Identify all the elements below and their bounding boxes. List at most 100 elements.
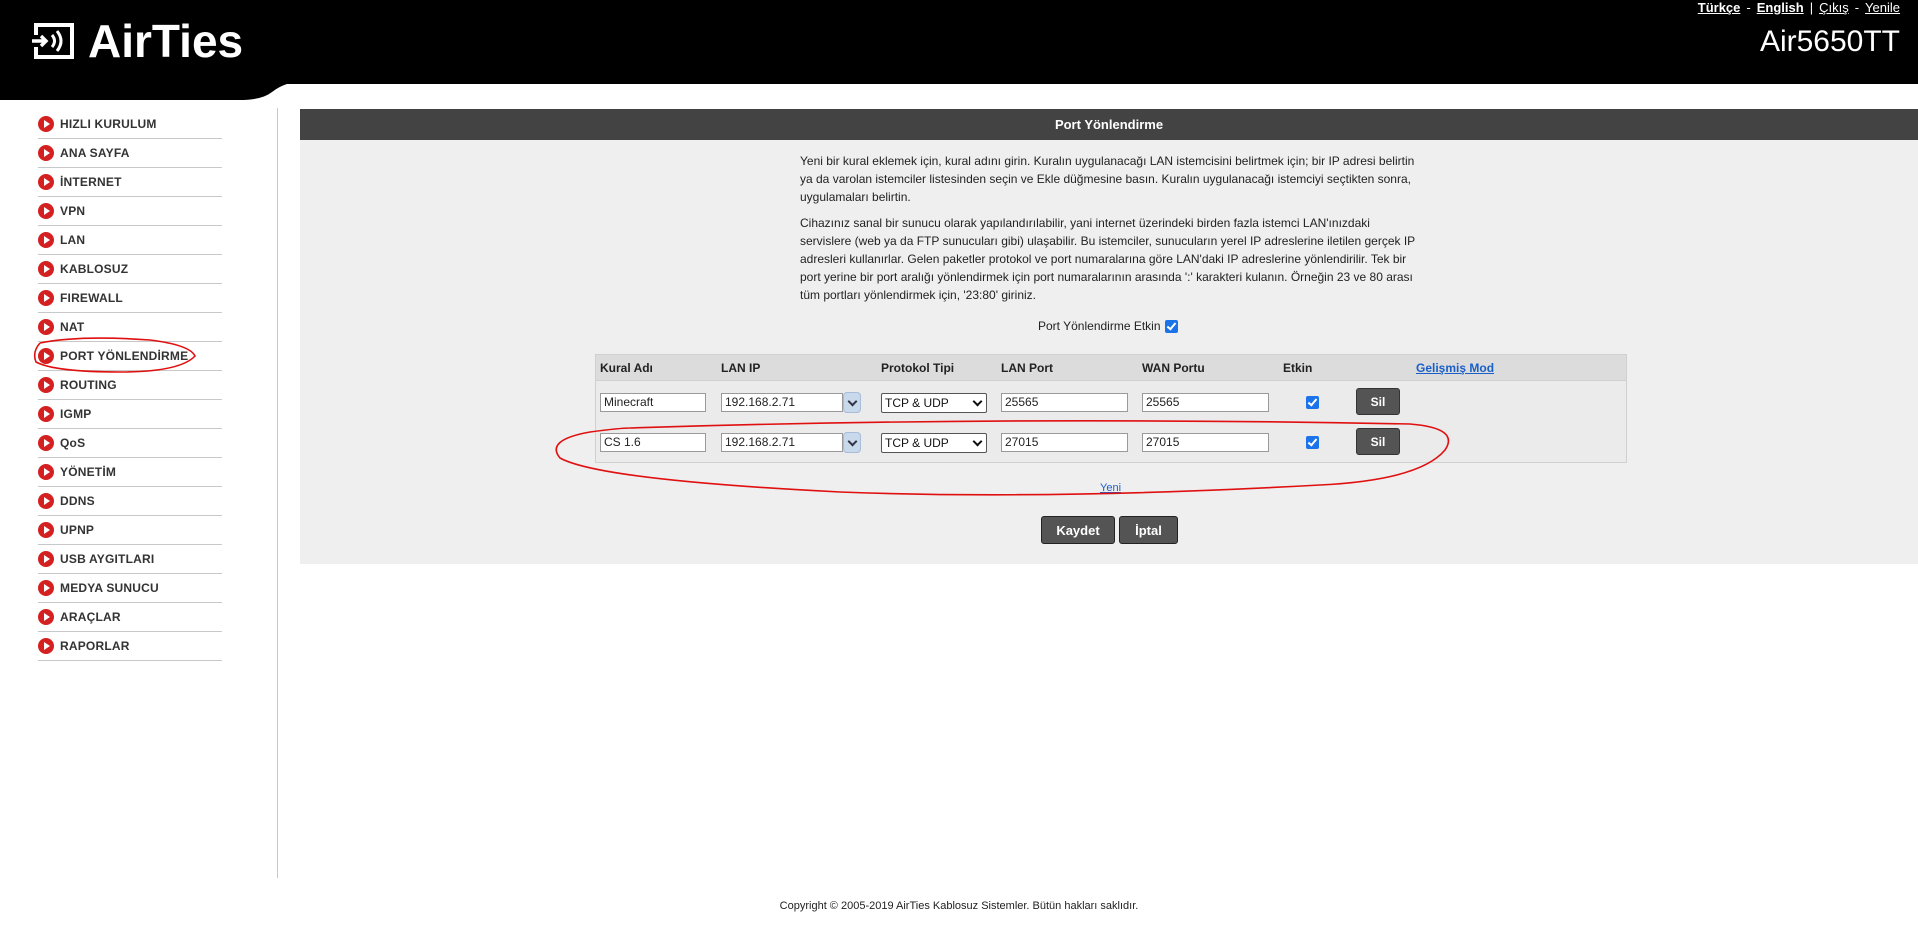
sidebar-item-label: KABLOSUZ — [60, 262, 129, 276]
page-title: Port Yönlendirme — [300, 109, 1918, 140]
sidebar-item-nat[interactable]: NAT — [38, 313, 222, 342]
sidebar-item-label: MEDYA SUNUCU — [60, 581, 159, 595]
refresh-link[interactable]: Yenile — [1865, 0, 1900, 15]
rule-enabled-checkbox[interactable] — [1306, 436, 1319, 449]
sidebar-item-ddns[interactable]: DDNS — [38, 487, 222, 516]
arrow-bullet-icon — [38, 580, 54, 596]
port-forwarding-enable-row: Port Yönlendirme Etkin — [1038, 319, 1178, 333]
sidebar-item-label: ARAÇLAR — [60, 610, 121, 624]
separator: - — [1746, 0, 1751, 15]
sidebar-item-label: NAT — [60, 320, 85, 334]
arrow-bullet-icon — [38, 116, 54, 132]
sidebar-item-label: LAN — [60, 233, 86, 247]
sidebar-divider — [277, 108, 278, 878]
arrow-bullet-icon — [38, 261, 54, 277]
sidebar-item-upnp[interactable]: UPNP — [38, 516, 222, 545]
table-row: CS 1.6 192.168.2.71 TCP & UDP 27015 2701… — [596, 424, 1626, 464]
sidebar-item-label: ANA SAYFA — [60, 146, 130, 160]
sidebar-item-qos[interactable]: QoS — [38, 429, 222, 458]
arrow-bullet-icon — [38, 145, 54, 161]
sidebar-item-ana-sayfa[interactable]: ANA SAYFA — [38, 139, 222, 168]
protocol-select[interactable]: TCP & UDP — [881, 393, 987, 413]
arrow-bullet-icon — [38, 290, 54, 306]
lang-english-link[interactable]: English — [1757, 0, 1804, 15]
arrow-bullet-icon — [38, 174, 54, 190]
sidebar-item-raporlar[interactable]: RAPORLAR — [38, 632, 222, 661]
sidebar-item-routing[interactable]: ROUTING — [38, 371, 222, 400]
advanced-mode-link[interactable]: Gelişmiş Mod — [1416, 361, 1494, 375]
arrow-bullet-icon — [38, 435, 54, 451]
footer-copyright: Copyright © 2005-2019 AirTies Kablosuz S… — [779, 900, 1139, 912]
wan-port-input[interactable]: 27015 — [1142, 433, 1269, 452]
sidebar-item-label: DDNS — [60, 494, 95, 508]
lan-port-input[interactable]: 27015 — [1001, 433, 1128, 452]
sidebar-item-label: USB AYGITLARI — [60, 552, 155, 566]
sidebar-item-kablosuz[interactable]: KABLOSUZ — [38, 255, 222, 284]
sidebar-item-label: İNTERNET — [60, 175, 122, 189]
airties-logo[interactable]: AirTies — [32, 18, 243, 64]
arrow-bullet-icon — [38, 232, 54, 248]
brand-name: AirTies — [88, 15, 244, 67]
table-row: Minecraft 192.168.2.71 TCP & UDP 25565 2… — [596, 384, 1626, 424]
save-button[interactable]: Kaydet — [1041, 516, 1115, 544]
sidebar-item-lan[interactable]: LAN — [38, 226, 222, 255]
device-model: Air5650TT — [1759, 25, 1900, 58]
arrow-bullet-icon — [38, 493, 54, 509]
new-rule-link[interactable]: Yeni — [1100, 482, 1121, 494]
sidebar-item-label: RAPORLAR — [60, 639, 130, 653]
sidebar-item-igmp[interactable]: IGMP — [38, 400, 222, 429]
description-paragraph: Cihazınız sanal bir sunucu olarak yapıla… — [800, 216, 1415, 302]
sidebar-item-label: HIZLI KURULUM — [60, 117, 157, 131]
arrow-bullet-icon — [38, 522, 54, 538]
sidebar-item-usb-aygitlari[interactable]: USB AYGITLARI — [38, 545, 222, 574]
rules-table: Kural Adı LAN IP Protokol Tipi LAN Port … — [595, 354, 1627, 463]
sidebar-item-medya-sunucu[interactable]: MEDYA SUNUCU — [38, 574, 222, 603]
lan-ip-input[interactable]: 192.168.2.71 — [721, 433, 843, 452]
arrow-bullet-icon — [38, 203, 54, 219]
sidebar-item-label: FIREWALL — [60, 291, 123, 305]
col-header-wan-port: WAN Portu — [1142, 361, 1205, 375]
separator: - — [1854, 0, 1860, 15]
port-forwarding-enable-checkbox[interactable] — [1164, 319, 1178, 333]
col-header-lan-ip: LAN IP — [721, 361, 761, 375]
ip-dropdown-icon[interactable] — [843, 432, 861, 453]
sidebar-item-firewall[interactable]: FIREWALL — [38, 284, 222, 313]
protocol-select[interactable]: TCP & UDP — [881, 433, 987, 453]
arrow-bullet-icon — [38, 406, 54, 422]
sidebar-item-label: ROUTING — [60, 378, 117, 392]
col-header-rule-name: Kural Adı — [600, 361, 653, 375]
sidebar-item-araclar[interactable]: ARAÇLAR — [38, 603, 222, 632]
rule-name-input[interactable]: CS 1.6 — [600, 433, 706, 452]
lan-port-input[interactable]: 25565 — [1001, 393, 1128, 412]
arrow-bullet-icon — [38, 377, 54, 393]
ip-dropdown-icon[interactable] — [843, 392, 861, 413]
enable-label: Port Yönlendirme Etkin — [1038, 319, 1161, 333]
lan-ip-input[interactable]: 192.168.2.71 — [721, 393, 843, 412]
sidebar-item-label: QoS — [60, 436, 86, 450]
top-links: Türkçe - English | Çıkış - Yenile — [1698, 0, 1900, 15]
sidebar-item-label: IGMP — [60, 407, 92, 421]
arrow-bullet-icon — [38, 348, 54, 364]
arrow-bullet-icon — [38, 609, 54, 625]
cancel-button[interactable]: İptal — [1119, 516, 1178, 544]
rule-name-input[interactable]: Minecraft — [600, 393, 706, 412]
lang-turkce-link[interactable]: Türkçe — [1698, 0, 1741, 15]
rules-table-header: Kural Adı LAN IP Protokol Tipi LAN Port … — [596, 355, 1626, 381]
delete-rule-button[interactable]: Sil — [1356, 388, 1400, 415]
description-paragraph: Yeni bir kural eklemek için, kural adını… — [800, 154, 1415, 204]
airties-logo-icon — [32, 23, 74, 59]
sidebar-item-vpn[interactable]: VPN — [38, 197, 222, 226]
sidebar-item-hizli-kurulum[interactable]: HIZLI KURULUM — [38, 110, 222, 139]
sidebar-item-yonetim[interactable]: YÖNETİM — [38, 458, 222, 487]
col-header-enabled: Etkin — [1283, 361, 1313, 375]
sidebar-item-internet[interactable]: İNTERNET — [38, 168, 222, 197]
sidebar-item-label: YÖNETİM — [60, 465, 117, 479]
sidebar-item-port-yonlendirme[interactable]: PORT YÖNLENDİRME — [38, 342, 222, 371]
arrow-bullet-icon — [38, 464, 54, 480]
wan-port-input[interactable]: 25565 — [1142, 393, 1269, 412]
sidebar-nav: HIZLI KURULUM ANA SAYFA İNTERNET VPN LAN… — [38, 110, 222, 661]
logout-link[interactable]: Çıkış — [1819, 0, 1849, 15]
rule-enabled-checkbox[interactable] — [1306, 396, 1319, 409]
delete-rule-button[interactable]: Sil — [1356, 428, 1400, 455]
top-header: AirTies Türkçe - English | Çıkış - Yenil… — [0, 0, 1918, 84]
